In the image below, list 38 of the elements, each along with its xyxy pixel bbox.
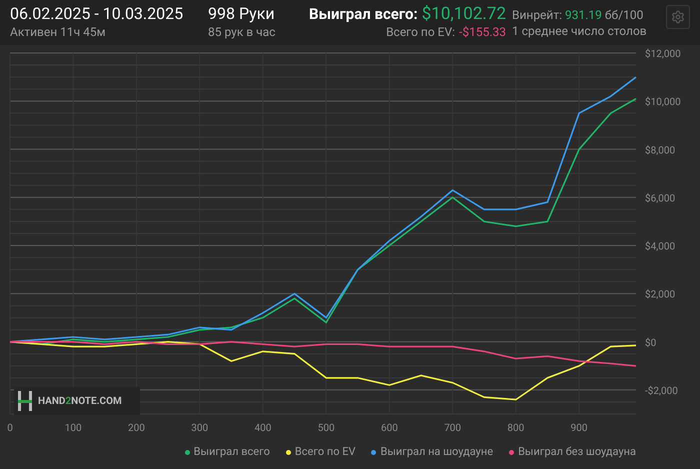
settings-icon	[671, 10, 685, 24]
x-tick-label: 100	[64, 423, 82, 434]
x-tick-label: 700	[444, 423, 462, 434]
date-range: 06.02.2025 - 10.03.2025	[10, 4, 184, 24]
y-tick-label: $8,000	[645, 145, 676, 156]
average-tables: 1 среднее число столов	[512, 23, 647, 39]
won-total-value: $10,102.72	[422, 4, 506, 24]
y-tick-label: -$2,000	[645, 386, 678, 397]
logo-text: HAND2NOTE.COM	[38, 394, 122, 408]
settings-button[interactable]	[666, 5, 690, 29]
winrate-label: Винрейт:	[512, 7, 562, 23]
legend-label[interactable]: Выиграл без шоудауна	[518, 444, 636, 460]
x-tick-label: 900	[570, 423, 588, 434]
legend-label[interactable]: Выиграл на шоудауне	[380, 444, 494, 460]
winrate-unit: бб/100	[604, 7, 644, 23]
x-tick-label: 300	[191, 423, 208, 434]
winrate-value: 931.19	[565, 7, 602, 23]
y-tick-label: $2,000	[645, 290, 676, 301]
legend-label[interactable]: Выиграл всего	[194, 444, 270, 460]
y-tick-label: $10,000	[645, 97, 681, 108]
y-tick-label: $6,000	[645, 193, 676, 204]
x-tick-label: 200	[128, 423, 145, 434]
active-time: Активен 11ч 45м	[10, 24, 107, 40]
logo-icon	[18, 391, 32, 411]
x-tick-label: 400	[254, 423, 272, 434]
ev-total-value: -$155.33	[459, 24, 506, 40]
x-tick-label: 0	[7, 423, 13, 434]
hands-per-hour: 85 рук в час	[208, 24, 276, 40]
y-tick-label: $0	[645, 338, 656, 349]
hands-count: 998 Руки	[208, 4, 276, 24]
y-tick-label: $12,000	[645, 49, 681, 60]
x-tick-label: 500	[318, 423, 335, 434]
x-tick-label: 800	[507, 423, 524, 434]
y-tick-label: $4,000	[645, 242, 676, 253]
x-tick-label: 600	[380, 423, 398, 434]
ev-total-label: Всего по EV:	[386, 24, 456, 40]
legend-label[interactable]: Всего по EV	[294, 444, 356, 460]
won-total-label: Выиграл всего:	[309, 4, 418, 24]
